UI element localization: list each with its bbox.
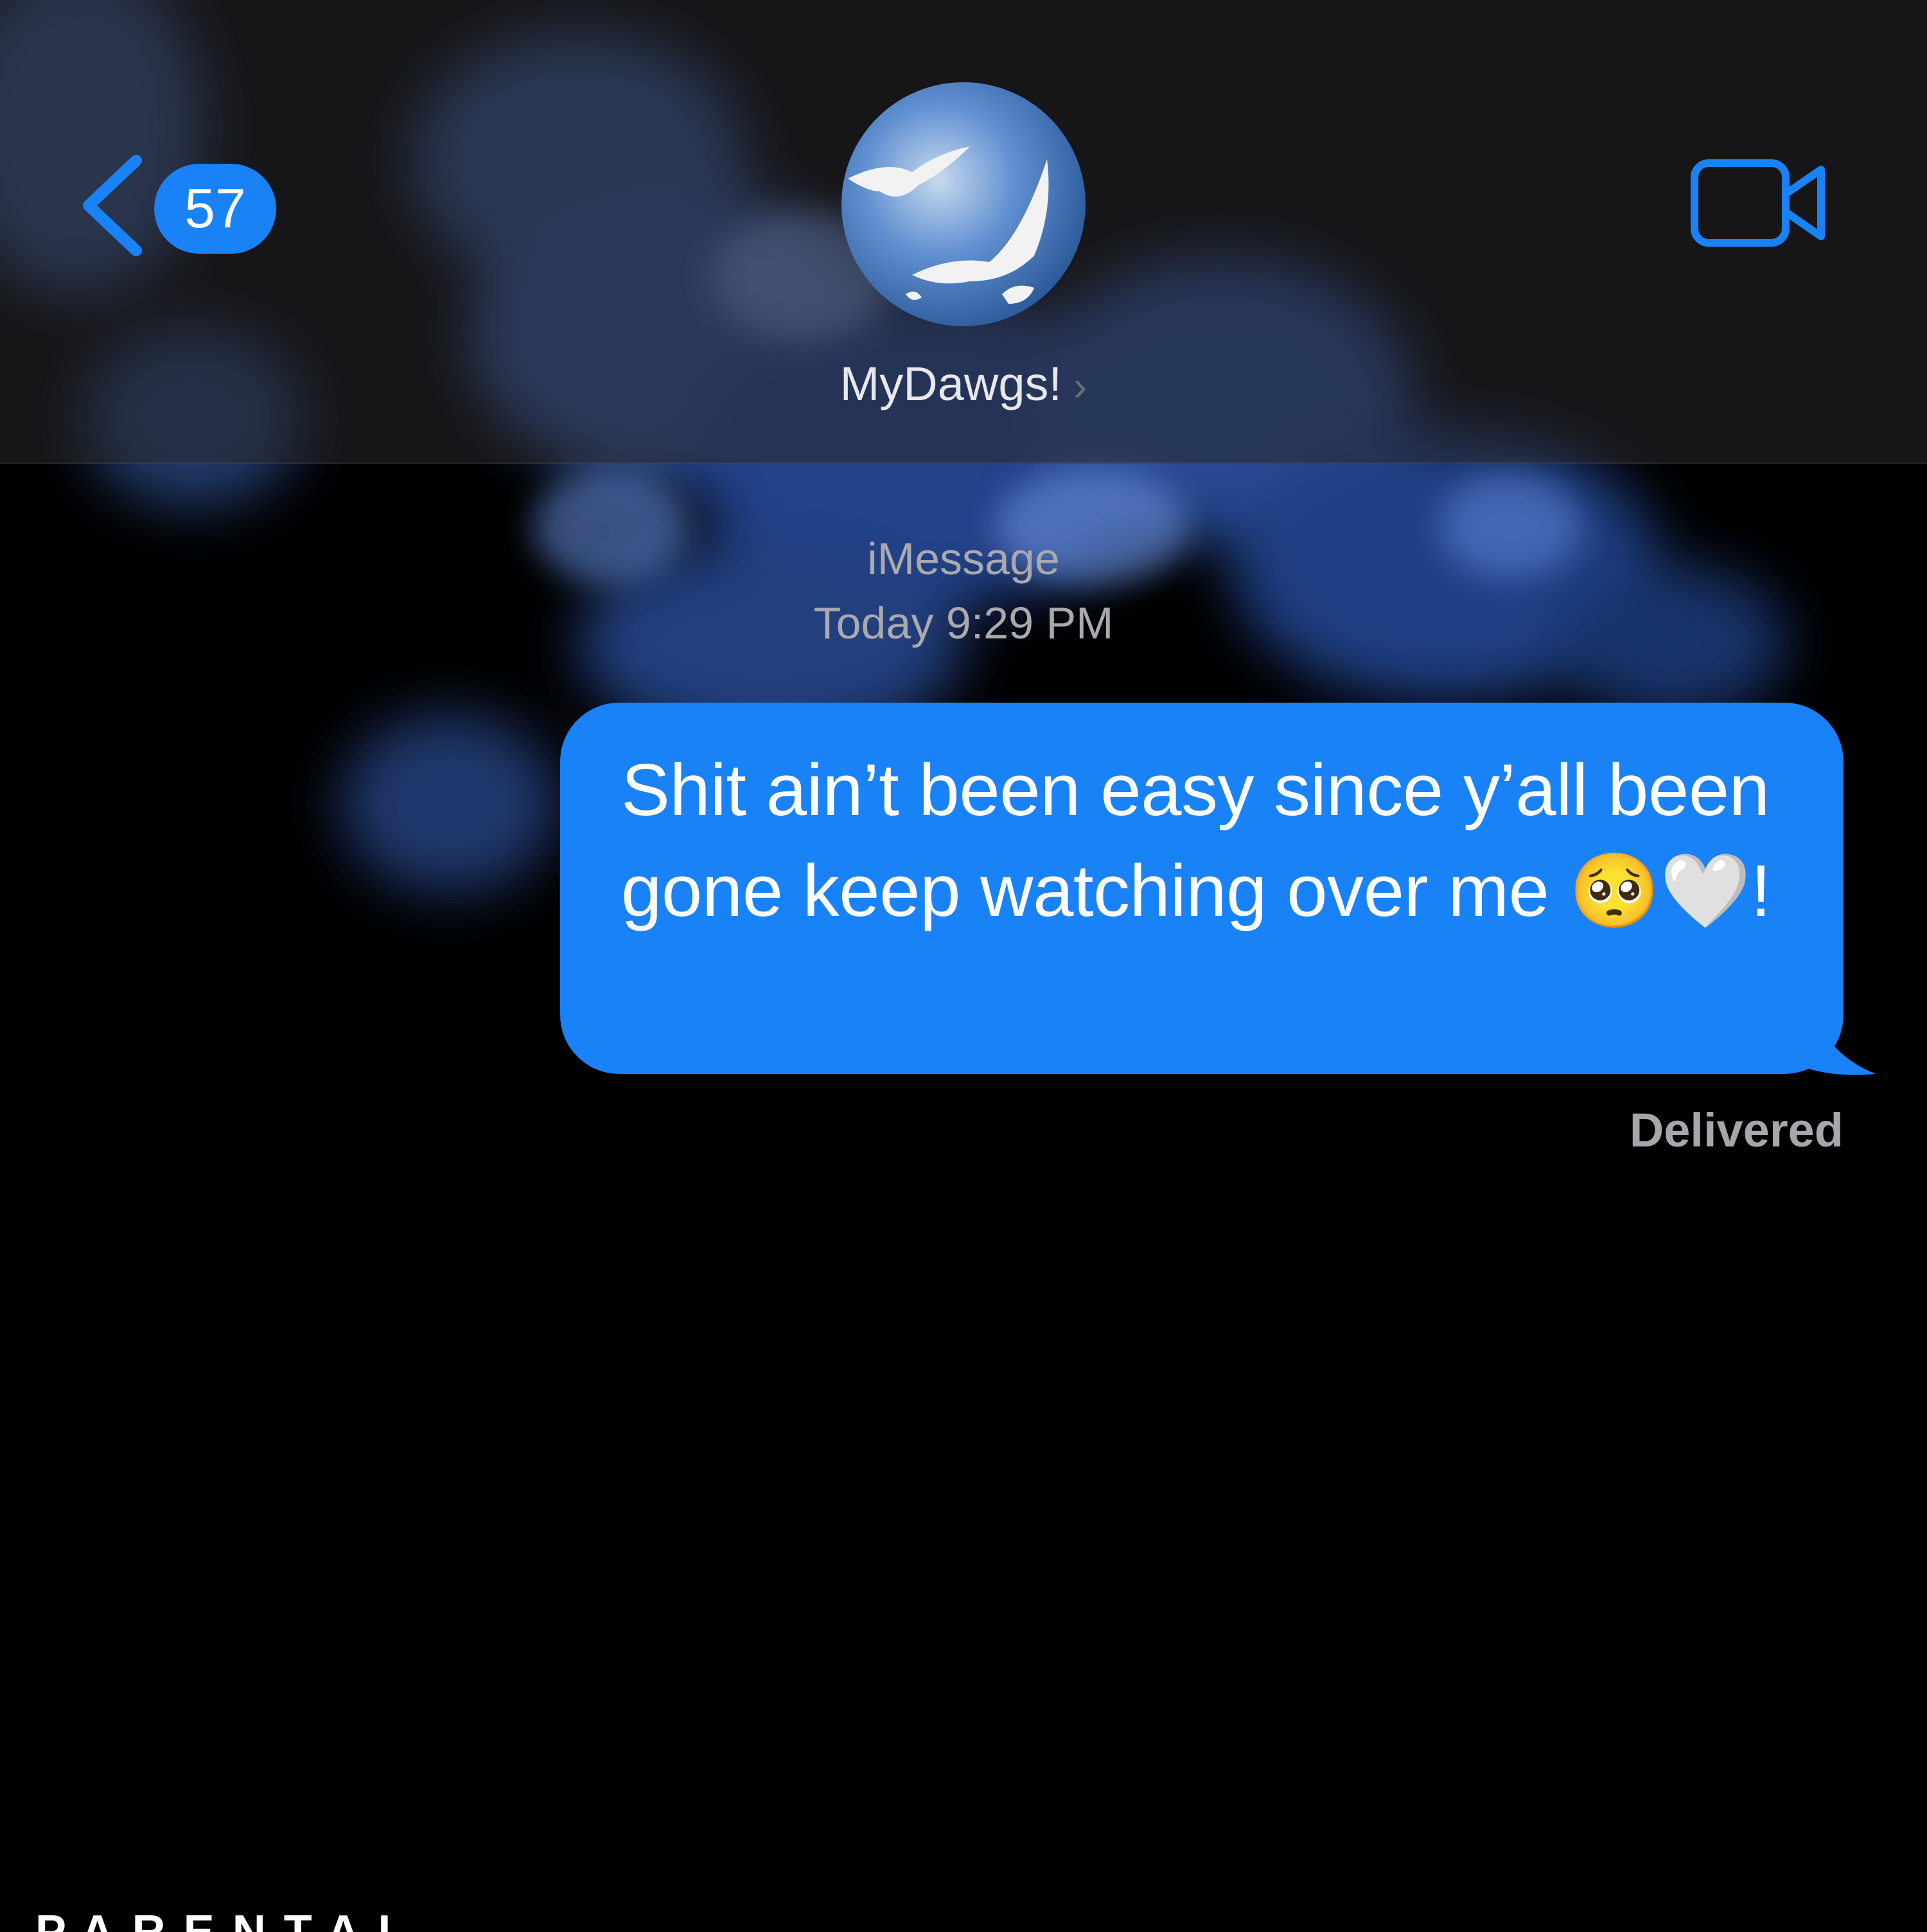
group-name-text: MyDawgs! <box>840 357 1062 410</box>
unread-count-badge: 57 <box>154 164 276 254</box>
video-camera-icon <box>1691 159 1825 247</box>
group-avatar[interactable] <box>841 82 1086 326</box>
service-label: iMessage <box>867 534 1060 584</box>
doves-avatar-image <box>841 82 1086 326</box>
back-button[interactable]: 57 <box>77 148 283 263</box>
group-name[interactable]: MyDawgs! › <box>771 352 1156 416</box>
conversation-header: 57 MyDawgs! › <box>0 0 1927 464</box>
bubble-tail <box>1786 1002 1876 1075</box>
message-text: Shit ain’t been easy since y’all been go… <box>621 750 1771 932</box>
parental-advisory-text: PARENTAL <box>35 1906 421 1932</box>
message-timestamp: Today 9:29 PM <box>813 598 1114 648</box>
chevron-right-icon: › <box>1073 363 1087 409</box>
chevron-left-icon <box>83 155 142 256</box>
delivery-status: Delivered <box>1629 1103 1843 1157</box>
parental-advisory-label: PARENTAL <box>35 1906 421 1932</box>
video-call-button[interactable] <box>1689 154 1831 257</box>
sent-message-bubble[interactable]: Shit ain’t been easy since y’all been go… <box>560 703 1843 1074</box>
